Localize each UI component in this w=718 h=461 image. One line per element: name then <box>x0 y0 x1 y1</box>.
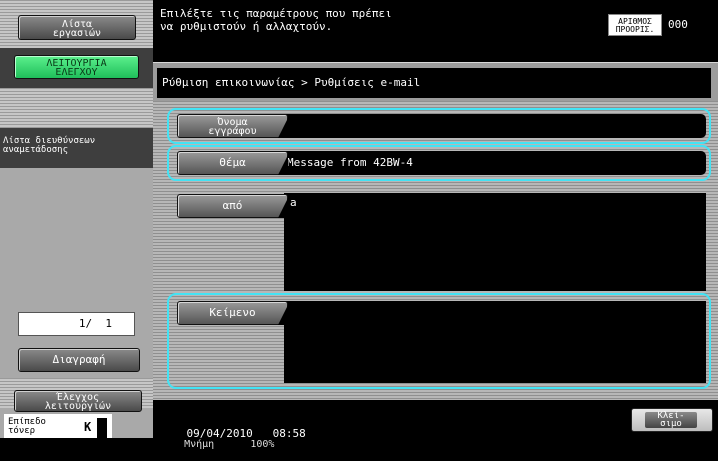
toner-indicator: Επίπεδο τόνερ K <box>4 414 112 438</box>
utility-button[interactable]: ΛΕΙΤΟΥΡΓΙΑ ΕΛΕΓΧΟΥ <box>14 55 139 79</box>
close-button[interactable]: Κλεί- σιμο <box>631 408 713 432</box>
memory-label: Μνήμη <box>184 439 215 450</box>
body-text-field[interactable] <box>284 301 706 383</box>
document-name-button[interactable]: Όνομα εγγράφου <box>177 114 288 138</box>
top-message-bar: Επιλέξτε τις παραμέτρους που πρέπει να ρ… <box>153 0 718 62</box>
main-panel: Ρύθμιση επικοινωνίας > Ρυθμίσεις e-mail … <box>153 62 718 401</box>
left-sidebar: Λίστα εργασιών ΛΕΙΤΟΥΡΓΙΑ ΕΛΕΓΧΟΥ Λίστα … <box>0 0 153 438</box>
time-text: 08:58 <box>272 427 306 440</box>
body-text-button[interactable]: Κείμενο <box>177 301 288 325</box>
toner-color-label: K <box>84 420 92 434</box>
address-list-title: Λίστα διευθύνσεων αναμετάδοσης <box>3 136 96 155</box>
destination-counter-label: ΑΡΙΘΜΟΣ ΠΡΟΟΡΙΣ. <box>608 14 662 36</box>
function-check-button[interactable]: Έλεγχος λειτουργιών <box>14 390 142 412</box>
toner-label: Επίπεδο τόνερ <box>8 417 46 436</box>
instruction-text: Επιλέξτε τις παραμέτρους που πρέπει να ρ… <box>160 7 392 33</box>
address-list-header: Λίστα διευθύνσεων αναμετάδοσης <box>0 128 153 168</box>
from-button[interactable]: από <box>177 194 288 218</box>
memory-value: 100% <box>250 439 275 450</box>
from-field[interactable]: a <box>284 193 706 291</box>
memory-status: Μνήμη 100% <box>160 428 274 461</box>
page-indicator: 1/ 1 <box>18 312 135 336</box>
subject-button[interactable]: Θέμα <box>177 151 288 175</box>
breadcrumb: Ρύθμιση επικοινωνίας > Ρυθμίσεις e-mail <box>157 68 711 98</box>
sidebar-stripe <box>0 88 153 128</box>
toner-level-bar <box>97 418 107 438</box>
destination-counter: ΑΡΙΘΜΟΣ ΠΡΟΟΡΙΣ. 000 <box>608 14 715 36</box>
close-button-label: Κλεί- σιμο <box>645 412 697 429</box>
job-list-button[interactable]: Λίστα εργασιών <box>18 15 136 40</box>
subject-field[interactable]: Message from 42BW-4 <box>281 151 706 175</box>
status-bar: 09/04/2010 08:58 Μνήμη 100% Κλεί- σιμο <box>153 400 718 450</box>
document-name-field[interactable] <box>281 114 706 138</box>
destination-counter-value: 000 <box>668 18 688 31</box>
delete-button[interactable]: Διαγραφή <box>18 348 140 372</box>
